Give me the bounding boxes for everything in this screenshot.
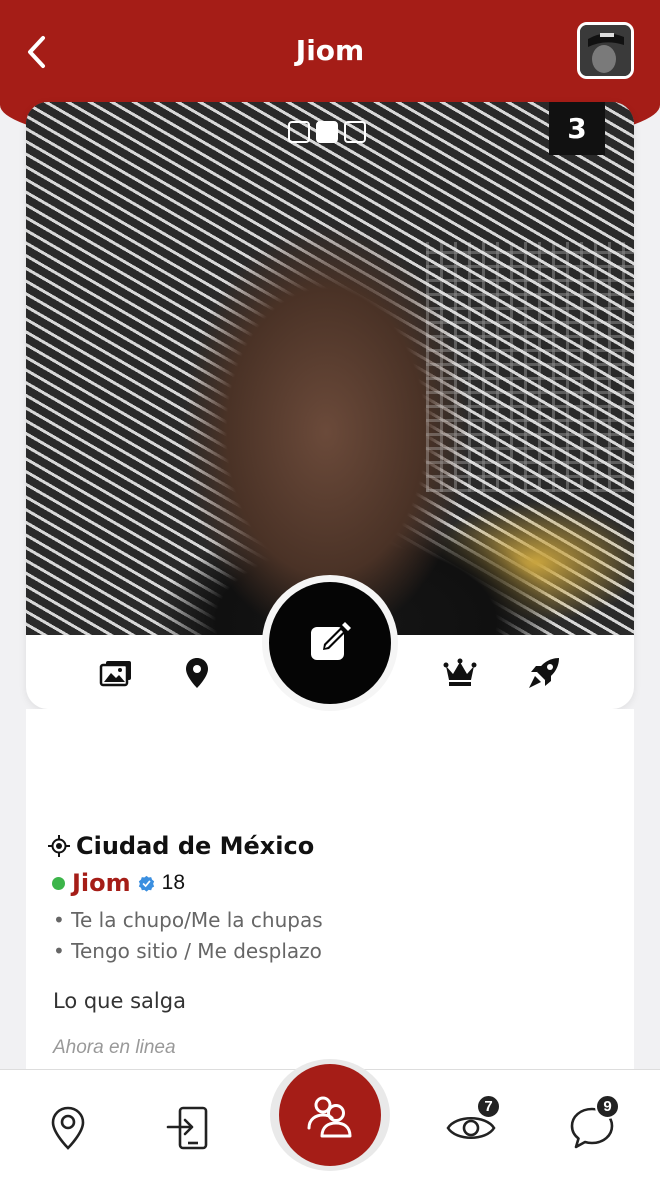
messages-count-badge: 9	[595, 1094, 620, 1119]
city-label: Ciudad de México	[76, 832, 315, 860]
login-icon	[166, 1106, 208, 1150]
city-row: Ciudad de México	[48, 832, 314, 860]
photo-count-badge: 3	[549, 102, 605, 155]
nav-login-button[interactable]	[163, 1102, 213, 1154]
online-status-text: Ahora en linea	[53, 1037, 176, 1058]
verified-badge-icon	[138, 875, 154, 892]
profile-info-card: Ciudad de México Jiom 18 • Te la chupo/M…	[26, 709, 634, 1069]
photos-button[interactable]	[98, 655, 134, 691]
avatar[interactable]	[577, 22, 634, 79]
nav-views-button[interactable]: 7	[446, 1094, 501, 1154]
views-count-badge: 7	[476, 1094, 501, 1119]
photo-indicator-active[interactable]	[316, 121, 338, 143]
edit-profile-button-ring	[262, 575, 398, 711]
page-title: Jiom	[295, 34, 365, 67]
premium-button[interactable]	[442, 655, 478, 691]
online-status-dot	[52, 876, 65, 890]
nav-map-button[interactable]	[43, 1102, 93, 1154]
profile-photo[interactable]	[26, 102, 634, 635]
target-location-icon	[48, 835, 70, 857]
photo-indicators	[288, 121, 366, 143]
username: Jiom	[72, 869, 131, 897]
rocket-icon	[529, 658, 559, 688]
location-pin-icon	[186, 658, 208, 688]
crown-icon	[443, 658, 477, 686]
interest-tag: • Tengo sitio / Me desplazo	[53, 939, 322, 963]
users-icon	[307, 1096, 352, 1138]
boost-button[interactable]	[526, 655, 562, 691]
location-button[interactable]	[179, 655, 215, 691]
interest-tag: • Te la chupo/Me la chupas	[53, 908, 323, 932]
photo-indicator[interactable]	[344, 121, 366, 143]
photo-indicator[interactable]	[288, 121, 310, 143]
nav-community-button[interactable]	[279, 1064, 381, 1166]
edit-profile-button[interactable]	[269, 582, 391, 704]
nav-center-ring	[270, 1059, 390, 1171]
nav-messages-button[interactable]: 9	[567, 1094, 620, 1154]
photos-icon	[99, 661, 131, 687]
map-pin-icon	[51, 1106, 85, 1150]
bio-text: Lo que salga	[53, 989, 186, 1013]
age-label: 18	[161, 871, 186, 894]
username-row: Jiom 18	[52, 869, 185, 897]
edit-icon	[311, 622, 351, 660]
